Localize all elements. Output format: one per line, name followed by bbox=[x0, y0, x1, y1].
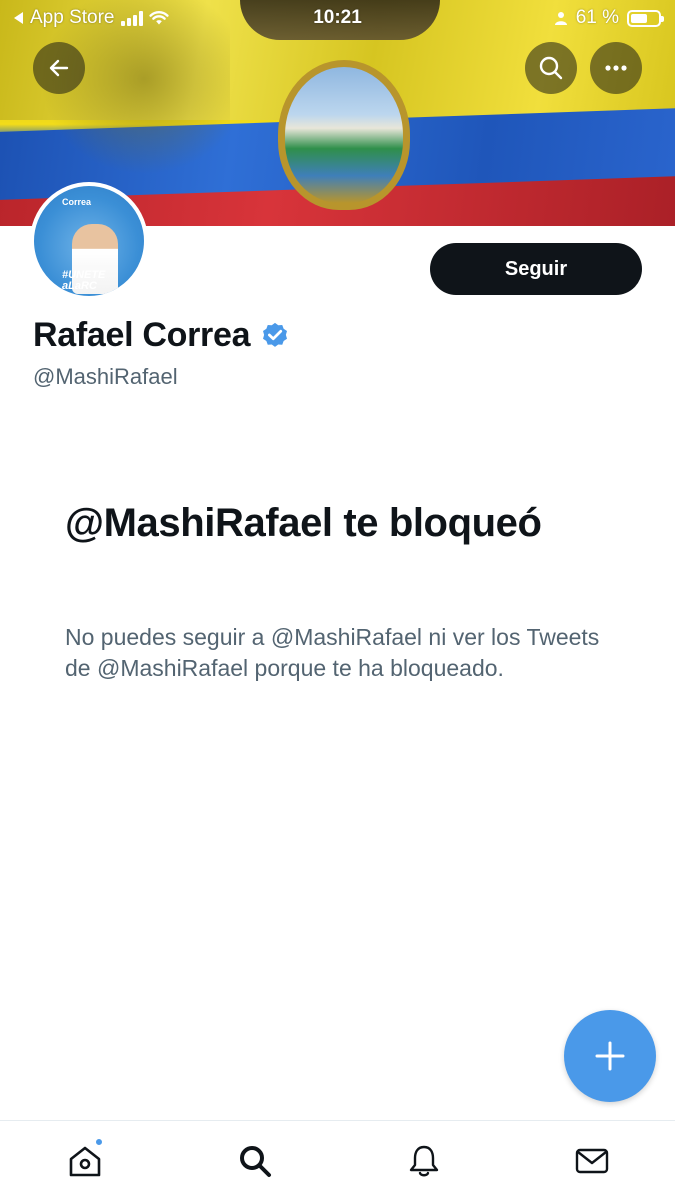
battery-fill bbox=[631, 13, 647, 23]
blocked-message: No puedes seguir a @MashiRafael ni ver l… bbox=[65, 624, 600, 681]
battery-percent: 61 % bbox=[575, 7, 619, 28]
back-button[interactable] bbox=[33, 42, 85, 94]
bell-icon bbox=[409, 1145, 439, 1177]
avatar[interactable]: Correa #UNETE aLaRC bbox=[30, 182, 148, 300]
status-right: 61 % bbox=[554, 7, 664, 29]
person-icon bbox=[554, 12, 567, 25]
avatar-slogan-line2: aLaRC bbox=[62, 280, 97, 292]
more-horizontal-icon bbox=[605, 65, 627, 71]
avatar-logo-text: Correa bbox=[62, 197, 92, 207]
compose-tweet-button[interactable] bbox=[564, 1010, 656, 1102]
profile-name: Rafael Correa bbox=[33, 316, 251, 354]
arrow-left-icon bbox=[49, 59, 69, 77]
tab-home[interactable] bbox=[63, 1137, 107, 1183]
more-button[interactable] bbox=[590, 42, 642, 94]
search-button[interactable] bbox=[525, 42, 577, 94]
banner-coat-of-arms bbox=[278, 60, 410, 210]
status-bar: App Store 10:21 61 % bbox=[0, 0, 675, 36]
avatar-slogan: #UNETE aLaRC bbox=[62, 270, 105, 292]
tab-messages[interactable] bbox=[570, 1139, 614, 1183]
mail-icon bbox=[575, 1148, 609, 1174]
tab-notifications[interactable] bbox=[402, 1139, 446, 1183]
verified-badge-icon bbox=[263, 322, 288, 347]
search-icon bbox=[539, 56, 563, 80]
battery-icon bbox=[627, 9, 664, 27]
search-icon bbox=[240, 1146, 271, 1177]
follow-button[interactable]: Seguir bbox=[430, 243, 642, 295]
tab-search[interactable] bbox=[233, 1139, 277, 1183]
profile-name-row: Rafael Correa bbox=[33, 316, 290, 355]
home-icon bbox=[69, 1146, 101, 1177]
profile-handle: @MashiRafael bbox=[33, 364, 178, 389]
notification-dot bbox=[94, 1137, 104, 1147]
blocked-title: @MashiRafael te bloqueó bbox=[65, 501, 542, 545]
bottom-tab-bar bbox=[0, 1120, 675, 1200]
plus-icon bbox=[595, 1041, 625, 1071]
